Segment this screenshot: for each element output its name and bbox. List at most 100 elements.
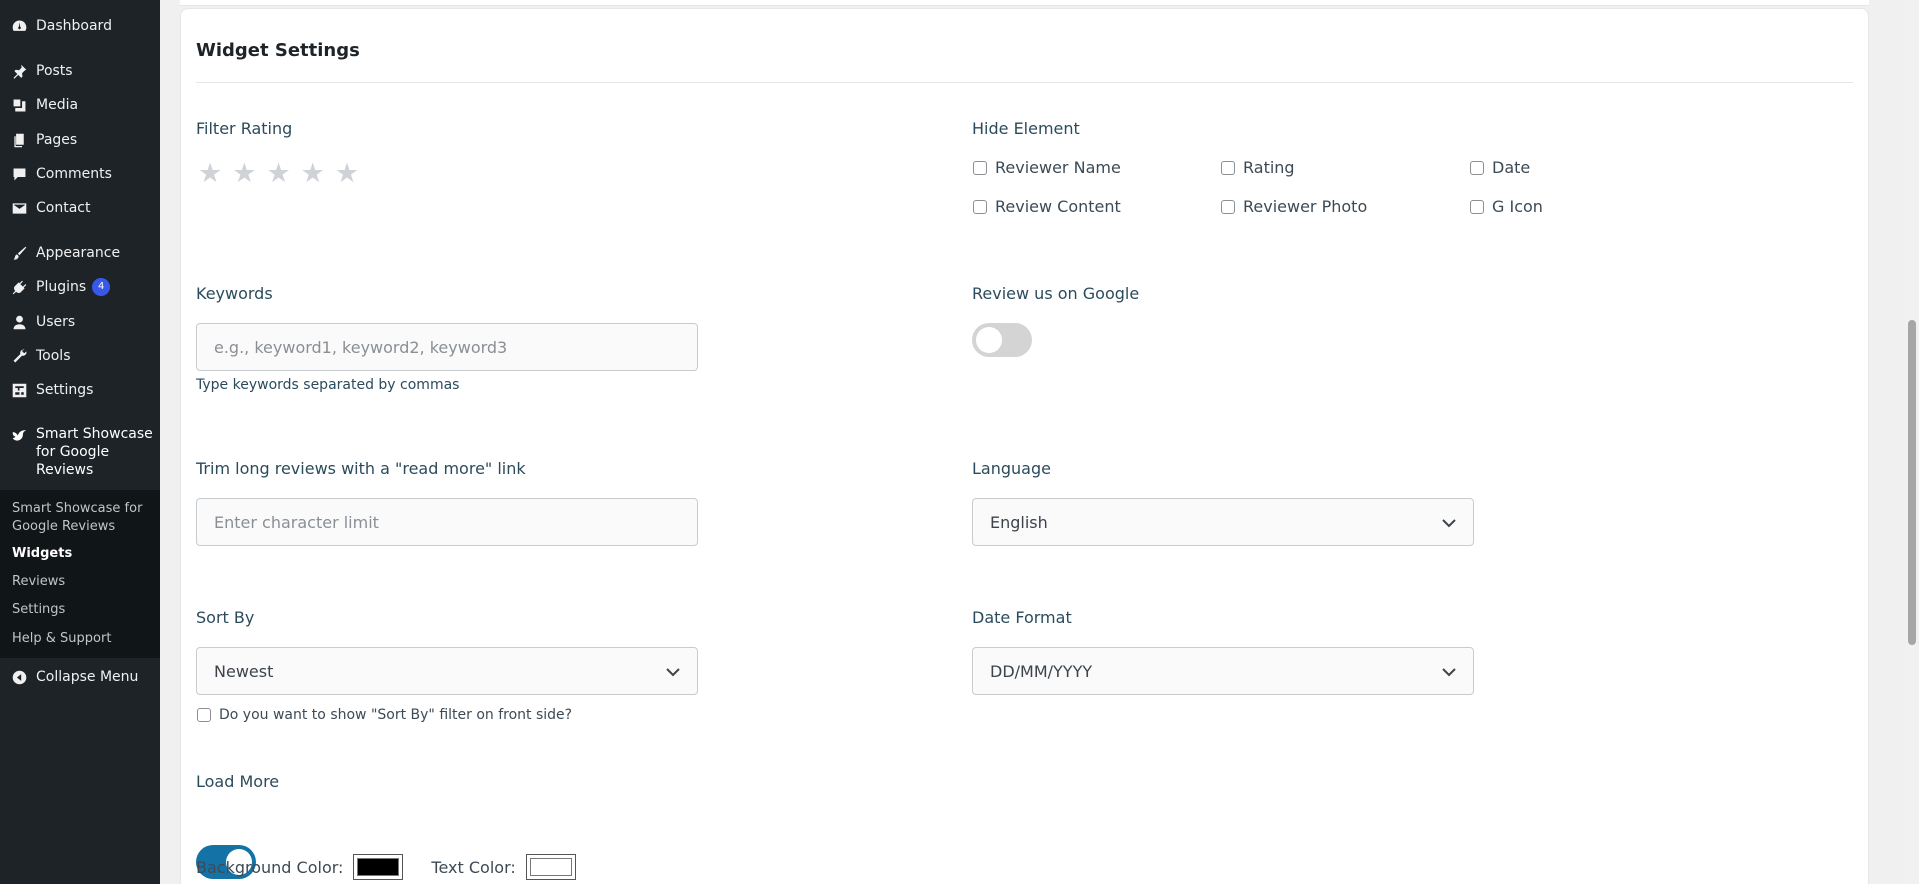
pages-icon xyxy=(9,130,29,150)
review-google-label: Review us on Google xyxy=(972,284,1140,303)
submenu-item-settings[interactable]: Settings xyxy=(12,602,65,617)
review-google-toggle[interactable] xyxy=(972,323,1032,357)
date-format-label: Date Format xyxy=(972,608,1072,627)
sidebar-item-label: Users xyxy=(36,314,76,330)
hide-reviewer-name-checkbox[interactable]: Reviewer Name xyxy=(973,158,1121,177)
submenu-item-help-support[interactable]: Help & Support xyxy=(12,631,111,646)
widget-settings-card xyxy=(180,8,1869,884)
hide-review-content-checkbox[interactable]: Review Content xyxy=(973,197,1121,216)
sidebar-item-plugins[interactable]: Plugins 4 xyxy=(0,273,160,301)
media-icon xyxy=(9,95,29,115)
page-scrollbar[interactable] xyxy=(1905,0,1919,884)
star-3-icon[interactable]: ★ xyxy=(266,160,290,187)
sidebar-item-label: Tools xyxy=(36,348,71,364)
toggle-knob xyxy=(976,327,1002,353)
sort-by-select[interactable]: Newest xyxy=(196,647,698,695)
load-more-label: Load More xyxy=(196,772,280,791)
checkbox-label: Rating xyxy=(1243,158,1295,177)
sidebar-item-media[interactable]: Media xyxy=(0,91,160,119)
hide-element-label: Hide Element xyxy=(972,119,1080,138)
checkbox[interactable] xyxy=(1470,160,1484,175)
checkbox-label: Do you want to show "Sort By" filter on … xyxy=(219,707,573,723)
language-select[interactable]: English xyxy=(972,498,1474,546)
sidebar-item-label: Comments xyxy=(36,166,112,182)
sidebar-item-label: Contact xyxy=(36,200,91,216)
sidebar-item-label: Plugins xyxy=(36,279,87,295)
sidebar-item-contact[interactable]: Contact xyxy=(0,194,160,222)
sidebar-item-appearance[interactable]: Appearance xyxy=(0,239,160,267)
mail-icon xyxy=(9,198,29,218)
sidebar-item-comments[interactable]: Comments xyxy=(0,160,160,188)
submenu-item-reviews[interactable]: Reviews xyxy=(12,574,65,589)
settings-icon xyxy=(9,380,29,400)
load-more-colors: Background Color: Text Color: xyxy=(196,854,604,880)
sidebar-item-users[interactable]: Users xyxy=(0,308,160,336)
checkbox[interactable] xyxy=(1221,160,1235,175)
color-swatch xyxy=(357,858,400,876)
sidebar-item-label: Media xyxy=(36,97,79,113)
sidebar-item-label: Posts xyxy=(36,63,73,79)
hide-g-icon-checkbox[interactable]: G Icon xyxy=(1470,197,1543,216)
checkbox[interactable] xyxy=(1470,199,1484,214)
sidebar-item-settings[interactable]: Settings xyxy=(0,376,160,404)
comment-icon xyxy=(9,164,29,184)
checkbox-label: Date xyxy=(1492,158,1531,177)
sidebar-item-tools[interactable]: Tools xyxy=(0,342,160,370)
chevron-down-icon xyxy=(1442,513,1456,532)
submenu-item-smart-showcase[interactable]: Smart Showcase for Google Reviews xyxy=(12,500,142,536)
language-value: English xyxy=(990,512,1048,532)
checkbox[interactable] xyxy=(197,708,211,722)
keywords-input[interactable]: e.g., keyword1, keyword2, keyword3 xyxy=(196,323,698,371)
admin-sidebar: Dashboard Posts Media Pages Comments Con… xyxy=(0,0,160,884)
star-2-icon[interactable]: ★ xyxy=(232,160,256,187)
plugin-icon xyxy=(9,277,29,297)
text-color-label: Text Color: xyxy=(431,857,516,877)
star-4-icon[interactable]: ★ xyxy=(301,160,325,187)
checkbox-label: G Icon xyxy=(1492,197,1543,216)
checkbox-label: Reviewer Photo xyxy=(1243,197,1368,216)
background-color-picker[interactable] xyxy=(353,854,404,880)
sidebar-item-pages[interactable]: Pages xyxy=(0,126,160,154)
hide-date-checkbox[interactable]: Date xyxy=(1470,158,1530,177)
collapse-arrow-icon xyxy=(9,667,29,687)
sidebar-item-label: Settings xyxy=(36,382,94,398)
star-1-icon[interactable]: ★ xyxy=(198,160,222,187)
page-title: Widget Settings xyxy=(196,40,360,61)
checkbox[interactable] xyxy=(973,199,987,214)
show-sort-filter-checkbox[interactable]: Do you want to show "Sort By" filter on … xyxy=(197,707,572,723)
dashboard-icon xyxy=(9,16,29,36)
checkbox[interactable] xyxy=(973,160,987,175)
hide-reviewer-photo-checkbox[interactable]: Reviewer Photo xyxy=(1221,197,1367,216)
character-limit-input[interactable]: Enter character limit xyxy=(196,498,698,546)
previous-card-edge xyxy=(180,0,1869,6)
sidebar-item-smart-showcase[interactable]: Smart Showcase for Google Reviews xyxy=(0,420,160,487)
wrench-icon xyxy=(9,346,29,366)
title-divider xyxy=(196,82,1853,83)
sidebar-item-label: Smart Showcase for Google Reviews xyxy=(36,426,153,478)
date-format-value: DD/MM/YYYY xyxy=(990,661,1093,681)
keywords-label: Keywords xyxy=(196,284,273,303)
bird-icon xyxy=(9,425,29,445)
date-format-select[interactable]: DD/MM/YYYY xyxy=(972,647,1474,695)
collapse-menu-label: Collapse Menu xyxy=(36,669,139,685)
keywords-help-text: Type keywords separated by commas xyxy=(196,377,460,393)
collapse-menu-button[interactable]: Collapse Menu xyxy=(0,663,160,691)
checkbox[interactable] xyxy=(1221,199,1235,214)
submenu-item-widgets[interactable]: Widgets xyxy=(12,546,72,561)
user-icon xyxy=(9,312,29,332)
language-label: Language xyxy=(972,459,1051,478)
hide-rating-checkbox[interactable]: Rating xyxy=(1221,158,1295,177)
sidebar-item-posts[interactable]: Posts xyxy=(0,57,160,85)
star-5-icon[interactable]: ★ xyxy=(335,160,359,187)
trim-reviews-label: Trim long reviews with a "read more" lin… xyxy=(196,459,526,478)
filter-rating-stars: ★ ★ ★ ★ ★ xyxy=(198,160,359,187)
chevron-down-icon xyxy=(666,662,680,681)
color-swatch xyxy=(529,858,572,876)
sort-by-value: Newest xyxy=(214,661,274,681)
sidebar-item-dashboard[interactable]: Dashboard xyxy=(0,12,160,40)
scrollbar-thumb[interactable] xyxy=(1908,320,1916,645)
chevron-down-icon xyxy=(1442,662,1456,681)
checkbox-label: Review Content xyxy=(995,197,1121,216)
text-color-picker[interactable] xyxy=(525,854,576,880)
checkbox-label: Reviewer Name xyxy=(995,158,1121,177)
